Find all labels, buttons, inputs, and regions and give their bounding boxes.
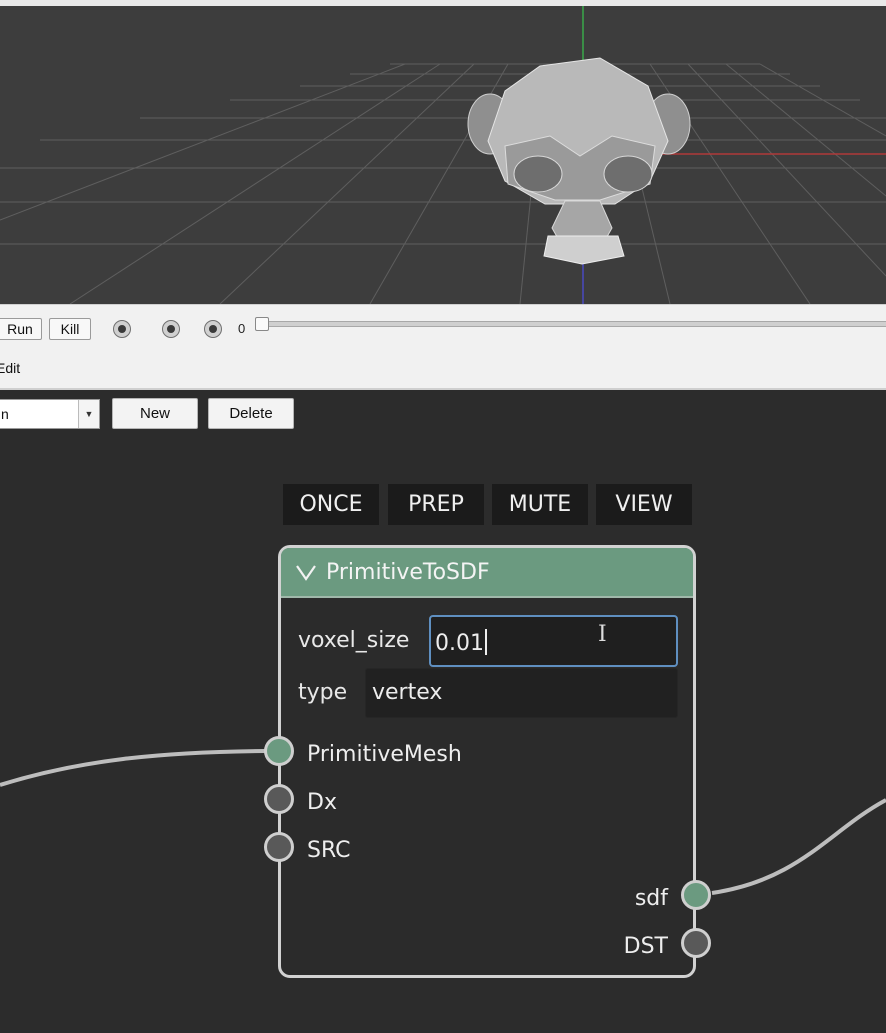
flag-once[interactable]: ONCE xyxy=(283,484,379,525)
chevron-down-icon[interactable]: ▼ xyxy=(78,400,99,428)
run-button[interactable]: Run xyxy=(0,318,42,340)
playback-radio-2[interactable] xyxy=(162,320,180,338)
transport-toolbar: Run Kill 0 xyxy=(0,304,886,353)
node-header[interactable]: PrimitiveToSDF xyxy=(281,548,693,598)
text-cursor-icon: I xyxy=(598,622,607,647)
graph-selector-value: n xyxy=(1,406,9,422)
menu-bar: Edit xyxy=(0,352,886,390)
node-title: PrimitiveToSDF xyxy=(326,560,490,585)
ground-grid xyxy=(0,63,886,304)
voxel-size-input[interactable]: 0.01 I xyxy=(429,615,678,667)
collapse-chevron-icon[interactable] xyxy=(295,561,317,583)
flag-view[interactable]: VIEW xyxy=(596,484,692,525)
port-label-dx: Dx xyxy=(307,790,337,815)
playback-radio-1[interactable] xyxy=(113,320,131,338)
new-button[interactable]: New xyxy=(112,398,198,429)
type-select[interactable]: vertex xyxy=(365,668,678,718)
kill-button[interactable]: Kill xyxy=(49,318,91,340)
timeline-slider-handle[interactable] xyxy=(255,317,269,331)
playback-radio-3[interactable] xyxy=(204,320,222,338)
input-socket-src[interactable] xyxy=(264,832,294,862)
flag-prep[interactable]: PREP xyxy=(388,484,484,525)
flag-mute[interactable]: MUTE xyxy=(492,484,588,525)
delete-button[interactable]: Delete xyxy=(208,398,294,429)
frame-number: 0 xyxy=(238,321,246,336)
timeline-slider[interactable] xyxy=(262,321,886,327)
3d-viewport[interactable] xyxy=(0,6,886,304)
node-primitivetosdf[interactable]: PrimitiveToSDF voxel_size 0.01 I type ve… xyxy=(278,545,696,978)
port-label-sdf: sdf xyxy=(634,886,668,911)
type-label: type xyxy=(298,680,348,705)
voxel-size-label: voxel_size xyxy=(298,628,410,653)
input-socket-dx[interactable] xyxy=(264,784,294,814)
port-label-dst: DST xyxy=(623,934,668,959)
text-caret xyxy=(484,629,487,655)
type-value: vertex xyxy=(372,680,443,705)
graph-selector[interactable]: n ▼ xyxy=(0,399,100,429)
output-socket-sdf[interactable] xyxy=(681,880,711,910)
viewport-canvas xyxy=(0,6,886,304)
menu-edit[interactable]: Edit xyxy=(0,360,20,376)
port-label-src: SRC xyxy=(307,838,351,863)
port-label-primitivemesh: PrimitiveMesh xyxy=(307,742,462,767)
input-socket-primitivemesh[interactable] xyxy=(264,736,294,766)
voxel-size-value: 0.01 xyxy=(435,631,484,656)
output-socket-dst[interactable] xyxy=(681,928,711,958)
monkey-mesh[interactable] xyxy=(467,57,691,265)
